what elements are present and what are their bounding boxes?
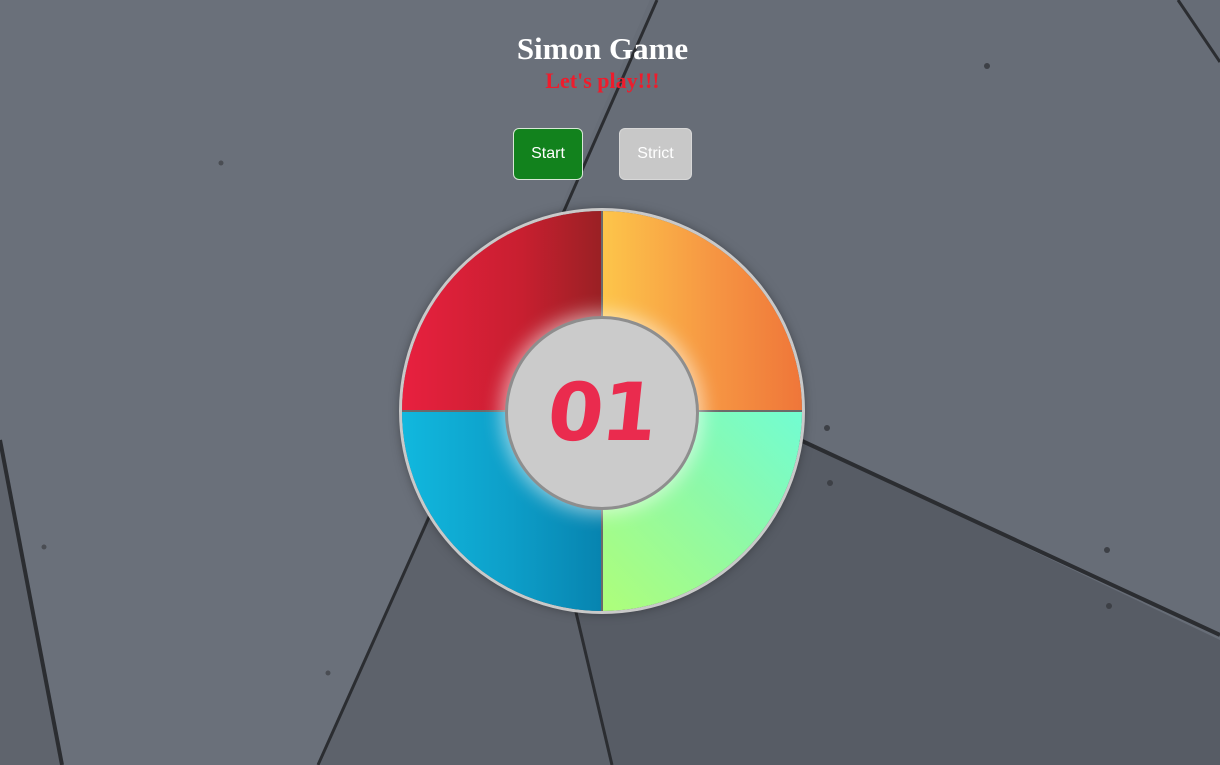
start-button[interactable]: Start [513,128,583,180]
page-title: Simon Game [516,31,689,66]
center-display: 01 [505,316,699,510]
step-counter: 01 [543,366,661,459]
strict-button[interactable]: Strict [619,128,692,180]
page-subtitle: Let's play!!! [545,68,660,93]
